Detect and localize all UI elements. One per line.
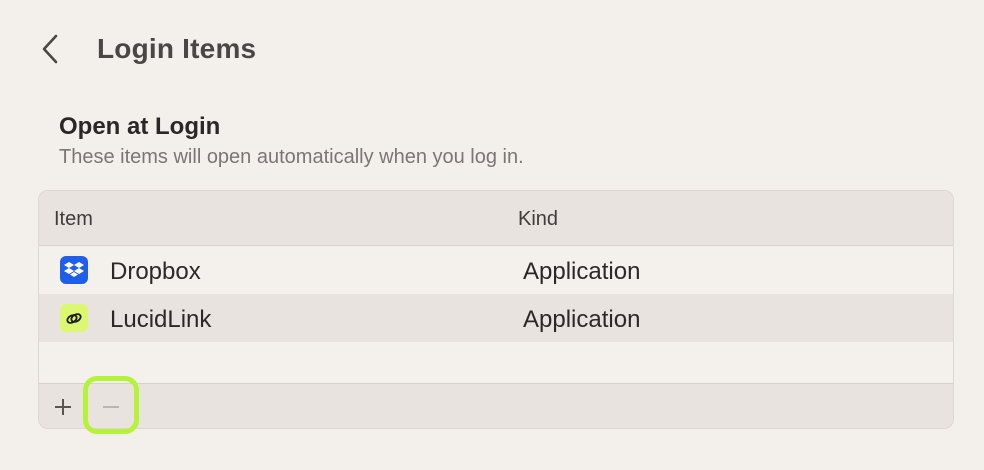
header: Login Items (0, 0, 984, 100)
column-header-item[interactable]: Item (54, 208, 93, 231)
section-subtitle: These items will open automatically when… (59, 146, 524, 168)
section-title: Open at Login (59, 113, 221, 140)
column-header-kind[interactable]: Kind (518, 208, 558, 231)
plus-icon (55, 399, 71, 415)
lucidlink-icon (60, 304, 88, 332)
add-item-button[interactable] (48, 392, 78, 422)
login-items-table: Item Kind Dropbox Application LucidLink … (38, 190, 954, 429)
empty-row (39, 342, 953, 383)
table-header: Item Kind (39, 191, 953, 246)
item-kind: Application (523, 258, 641, 285)
table-row[interactable]: LucidLink Application (39, 294, 953, 342)
remove-item-button[interactable] (96, 392, 126, 422)
dropbox-icon (60, 256, 88, 284)
minus-icon (103, 406, 119, 408)
item-kind: Application (523, 306, 641, 333)
item-name: Dropbox (110, 258, 201, 285)
back-button[interactable] (34, 30, 66, 68)
table-row[interactable]: Dropbox Application (39, 246, 953, 294)
chevron-left-icon (42, 34, 58, 64)
table-toolbar (39, 383, 953, 428)
item-name: LucidLink (110, 306, 212, 333)
page-title: Login Items (97, 33, 257, 64)
